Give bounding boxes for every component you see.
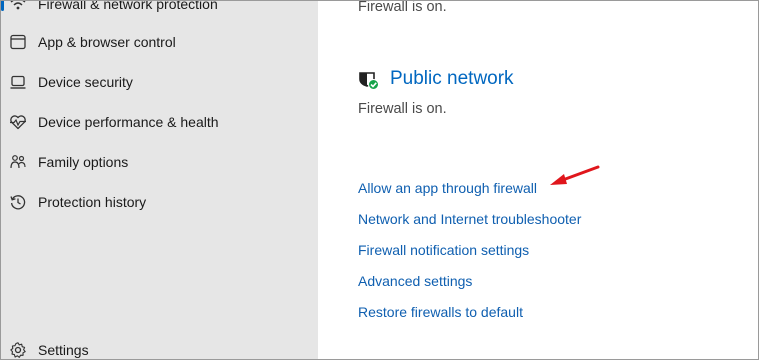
sidebar-item-firewall[interactable]: Firewall & network protection bbox=[1, 0, 318, 21]
sidebar-item-app-browser-control[interactable]: App & browser control bbox=[1, 25, 318, 59]
history-icon bbox=[8, 192, 28, 212]
firewall-notification-settings-link[interactable]: Firewall notification settings bbox=[358, 242, 529, 258]
advanced-settings-link[interactable]: Advanced settings bbox=[358, 273, 472, 289]
gear-icon bbox=[8, 340, 28, 359]
sidebar-item-label: Settings bbox=[38, 342, 89, 358]
public-network-status: Firewall is on. bbox=[358, 101, 447, 117]
restore-firewalls-default-link[interactable]: Restore firewalls to default bbox=[358, 304, 523, 320]
sidebar-item-device-performance[interactable]: Device performance & health bbox=[1, 105, 318, 139]
public-network-title[interactable]: Public network bbox=[390, 68, 514, 90]
sidebar-item-protection-history[interactable]: Protection history bbox=[1, 185, 318, 219]
laptop-icon bbox=[8, 72, 28, 92]
sidebar-item-label: Device security bbox=[38, 74, 133, 90]
sidebar-item-family-options[interactable]: Family options bbox=[1, 145, 318, 179]
sidebar-item-label: Device performance & health bbox=[38, 114, 219, 130]
sidebar-item-device-security[interactable]: Device security bbox=[1, 65, 318, 99]
sidebar-item-label: Protection history bbox=[38, 194, 147, 210]
wifi-icon bbox=[8, 1, 28, 14]
sidebar-item-label: Family options bbox=[38, 154, 129, 170]
windows-security-window: Firewall & network protection App & brow… bbox=[0, 0, 759, 360]
sidebar-item-settings[interactable]: Settings bbox=[1, 333, 318, 359]
family-icon bbox=[8, 152, 28, 172]
sidebar: Firewall & network protection App & brow… bbox=[1, 1, 318, 359]
heartbeat-icon bbox=[8, 112, 28, 132]
red-annotation-arrow bbox=[550, 165, 600, 185]
allow-app-through-firewall-link[interactable]: Allow an app through firewall bbox=[358, 180, 537, 196]
network-troubleshooter-link[interactable]: Network and Internet troubleshooter bbox=[358, 211, 581, 227]
main-content: Firewall is on. Public network Firewall … bbox=[318, 1, 758, 359]
browser-window-icon bbox=[8, 32, 28, 52]
firewall-status-text: Firewall is on. bbox=[358, 0, 447, 15]
public-network-shield-icon bbox=[358, 69, 380, 91]
sidebar-item-label: App & browser control bbox=[38, 34, 176, 50]
sidebar-item-label: Firewall & network protection bbox=[38, 0, 218, 12]
